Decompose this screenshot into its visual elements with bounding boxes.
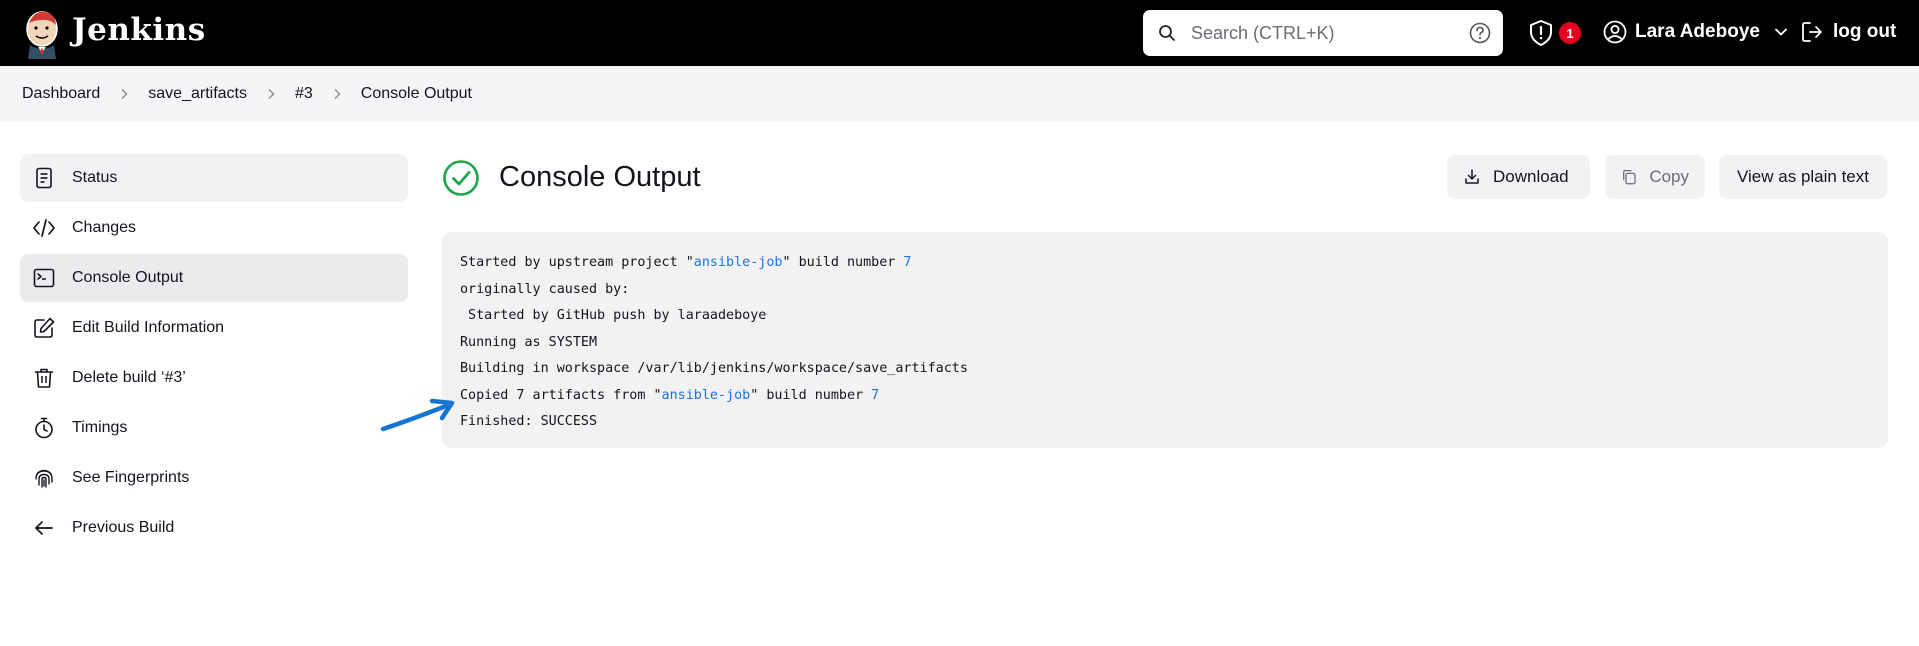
sidebar-item-status[interactable]: Status (20, 154, 408, 202)
sidebar-item-previous-build[interactable]: Previous Build (20, 504, 408, 552)
copy-button-label: Copy (1649, 167, 1689, 186)
page-title-row: Console Output Download Copy View as pla… (442, 155, 1888, 203)
sidebar-item-label: Delete build ‘#3’ (72, 369, 186, 386)
breadcrumb-job[interactable]: save_artifacts (148, 85, 247, 103)
logout-link[interactable]: log out (1800, 20, 1896, 44)
breadcrumb-dashboard[interactable]: Dashboard (22, 85, 100, 103)
sidebar-item-label: See Fingerprints (72, 469, 190, 486)
chevron-right-icon (268, 88, 275, 99)
console-text: Started by upstream project "ansible-job… (460, 255, 968, 429)
terminal-icon (33, 268, 55, 288)
sidebar-item-label: Changes (72, 219, 137, 236)
code-icon (33, 219, 55, 237)
breadcrumb: Dashboard save_artifacts #3 Console Outp… (0, 66, 1919, 121)
sidebar-item-timings[interactable]: Timings (20, 404, 408, 452)
success-check-icon (443, 160, 479, 196)
logout-icon (1802, 22, 1822, 42)
sidebar-item-see-fingerprints[interactable]: See Fingerprints (20, 454, 408, 502)
user-name[interactable]: Lara Adeboye (1635, 21, 1760, 43)
breadcrumb-console-output[interactable]: Console Output (361, 85, 472, 103)
document-icon (36, 167, 52, 189)
page-title: Console Output (499, 161, 701, 193)
download-icon (1465, 169, 1479, 184)
alert-count-badge[interactable]: 1 (1559, 22, 1581, 44)
top-header: Jenkins 1 Lara Adeboye (0, 0, 1919, 66)
copy-icon (1623, 170, 1636, 185)
edit-icon (34, 317, 55, 338)
user-menu[interactable]: Lara Adeboye (1603, 20, 1788, 44)
download-button-label: Download (1493, 167, 1569, 186)
view-as-plain-text-button[interactable]: View as plain text (1719, 155, 1887, 199)
jenkins-logo-icon[interactable] (22, 9, 62, 59)
help-icon[interactable] (1469, 22, 1491, 44)
sidebar-item-label: Previous Build (72, 519, 175, 536)
sidebar-item-label: Timings (72, 419, 128, 436)
chevron-right-icon (121, 88, 128, 99)
stopwatch-icon (35, 417, 53, 439)
sidebar-item-label: Edit Build Information (72, 319, 225, 336)
search-icon (1159, 25, 1175, 41)
copy-button[interactable]: Copy (1605, 155, 1705, 199)
artifact-source-build-number-link[interactable]: 7 (871, 388, 879, 403)
download-button[interactable]: Download (1447, 155, 1590, 199)
upstream-project-link[interactable]: ansible-job (694, 255, 783, 270)
user-avatar-icon (1603, 20, 1627, 44)
chevron-right-icon (334, 88, 341, 99)
brand-name[interactable]: Jenkins (72, 12, 206, 48)
sidebar-item-console-output[interactable]: Console Output (20, 254, 408, 302)
security-shield-icon[interactable] (1527, 19, 1555, 47)
search-box[interactable] (1143, 10, 1503, 56)
sidebar-item-label: Console Output (72, 269, 184, 286)
breadcrumb-build[interactable]: #3 (295, 85, 313, 103)
sidebar-item-delete-build[interactable]: Delete build ‘#3’ (20, 354, 408, 402)
trash-icon (34, 368, 54, 388)
chevron-down-icon[interactable] (1774, 25, 1788, 39)
arrow-left-icon (35, 521, 53, 535)
sidebar: Status Changes Console Output Edit Build… (20, 154, 408, 554)
logout-label[interactable]: log out (1833, 21, 1896, 43)
console-output-panel[interactable]: Started by upstream project "ansible-job… (442, 232, 1888, 448)
search-input[interactable] (1191, 18, 1451, 48)
view-as-plain-text-label: View as plain text (1737, 167, 1869, 186)
sidebar-item-label: Status (72, 169, 118, 186)
fingerprint-icon (35, 469, 53, 488)
upstream-build-number-link[interactable]: 7 (903, 255, 911, 270)
sidebar-item-changes[interactable]: Changes (20, 204, 408, 252)
sidebar-item-edit-build-information[interactable]: Edit Build Information (20, 304, 408, 352)
annotation-arrow-icon (380, 398, 455, 432)
artifact-source-project-link[interactable]: ansible-job (662, 388, 751, 403)
